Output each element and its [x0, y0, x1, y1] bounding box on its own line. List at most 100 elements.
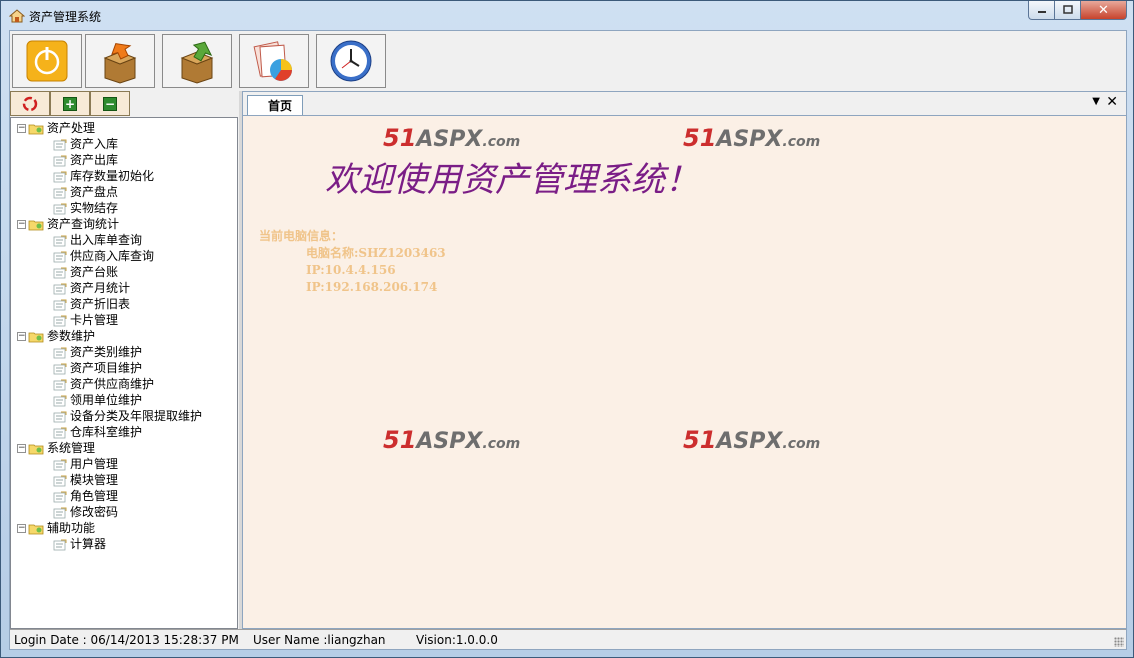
tree-item-label: 实物结存: [70, 201, 119, 215]
tree-item[interactable]: 出入库单查询: [17, 232, 202, 248]
tree-item-label: 资产月统计: [70, 281, 131, 295]
form-icon: [53, 235, 67, 246]
maximize-button[interactable]: [1055, 1, 1081, 20]
tree-item[interactable]: 模块管理: [17, 472, 202, 488]
client-area: + − − 资产处理 资产入库 资产出库 库存数量初始化 资产盘点 实物结存 − 资产查询统计出…: [9, 30, 1127, 650]
stock-out-button[interactable]: [85, 34, 155, 88]
tree-item-label: 修改密码: [70, 505, 119, 519]
tab-home[interactable]: 首页: [247, 95, 304, 116]
collapse-all-button[interactable]: −: [90, 91, 130, 116]
collapse-toggle-icon[interactable]: −: [17, 444, 26, 453]
home-icon: [9, 9, 25, 23]
tree-item-label: 计算器: [70, 537, 107, 551]
minimize-button[interactable]: [1028, 1, 1055, 20]
tree-item[interactable]: 角色管理: [17, 488, 202, 504]
folder-icon: [28, 444, 44, 454]
folder-icon: [28, 220, 44, 230]
tab-list-dropdown-icon[interactable]: ▼: [1092, 96, 1100, 107]
tree-item[interactable]: 资产月统计: [17, 280, 202, 296]
tree-group[interactable]: − 辅助功能: [17, 520, 202, 536]
stock-in-button[interactable]: [162, 34, 232, 88]
tree-group[interactable]: − 参数维护: [17, 328, 202, 344]
report-button[interactable]: [239, 34, 309, 88]
tree-group-label: 参数维护: [47, 329, 96, 343]
tree-group-label: 资产查询统计: [47, 217, 120, 231]
form-icon: [53, 411, 67, 422]
tree-item[interactable]: 供应商入库查询: [17, 248, 202, 264]
clock-icon: [330, 40, 372, 82]
tree-item[interactable]: 库存数量初始化: [17, 168, 202, 184]
tree-item[interactable]: 资产台账: [17, 264, 202, 280]
window-controls: ✕: [1028, 1, 1127, 20]
form-icon: [53, 379, 67, 390]
tree-item-label: 资产项目维护: [70, 361, 143, 375]
form-icon: [53, 203, 67, 214]
tree-group[interactable]: − 资产查询统计: [17, 216, 202, 232]
tree-item[interactable]: 领用单位维护: [17, 392, 202, 408]
tree-item-label: 用户管理: [70, 457, 119, 471]
title-bar[interactable]: 资产管理系统 ✕: [1, 1, 1133, 30]
function-tree[interactable]: − 资产处理 资产入库 资产出库 库存数量初始化 资产盘点 实物结存 − 资产查询统计 出入库单查…: [10, 117, 238, 629]
tree-item[interactable]: 资产项目维护: [17, 360, 202, 376]
tree-group[interactable]: − 系统管理: [17, 440, 202, 456]
tab-strip: 首页 ▼ ✕: [242, 91, 1127, 116]
tree-item-label: 仓库科室维护: [70, 425, 143, 439]
close-icon: ✕: [1098, 2, 1109, 18]
collapse-toggle-icon[interactable]: −: [17, 524, 26, 533]
computer-info-title: 当前电脑信息：: [259, 229, 344, 243]
tree-item[interactable]: 用户管理: [17, 456, 202, 472]
form-icon: [53, 507, 67, 518]
clock-button[interactable]: [316, 34, 386, 88]
expand-all-button[interactable]: +: [50, 91, 90, 116]
tree-item-label: 模块管理: [70, 473, 119, 487]
document-area: 首页 ▼ ✕ 51ASPX.com 51ASPX.com 51ASPX.com …: [242, 91, 1128, 629]
computer-info: 当前电脑信息： 电脑名称:SHZ1203463 IP:10.4.4.156 IP…: [259, 228, 446, 296]
computer-name: 电脑名称:SHZ1203463: [306, 246, 446, 260]
ip-address-2: IP:192.168.206.174: [306, 280, 438, 294]
tree-item[interactable]: 实物结存: [17, 200, 202, 216]
tree-item-label: 角色管理: [70, 489, 119, 503]
form-icon: [53, 363, 67, 374]
exit-button[interactable]: [12, 34, 82, 88]
tree-item-label: 资产入库: [70, 137, 119, 151]
form-icon: [53, 459, 67, 470]
tree-item[interactable]: 资产类别维护: [17, 344, 202, 360]
tree-item[interactable]: 卡片管理: [17, 312, 202, 328]
tree-group-label: 辅助功能: [47, 521, 96, 535]
form-icon: [53, 427, 67, 438]
form-icon: [53, 171, 67, 182]
resize-grip[interactable]: [1114, 637, 1124, 647]
form-icon: [53, 491, 67, 502]
close-button[interactable]: ✕: [1081, 1, 1127, 20]
refresh-tree-button[interactable]: [10, 91, 50, 116]
form-icon: [53, 299, 67, 310]
collapse-toggle-icon[interactable]: −: [17, 220, 26, 229]
folder-icon: [28, 524, 44, 534]
tree-item[interactable]: 计算器: [17, 536, 202, 552]
box-in-icon: [180, 41, 214, 84]
version-info: Vision:1.0.0.0: [416, 633, 498, 647]
form-icon: [53, 155, 67, 166]
power-icon: [26, 40, 68, 82]
tab-close-icon[interactable]: ✕: [1106, 94, 1118, 110]
navigation-panel: + − − 资产处理 资产入库 资产出库 库存数量初始化 资产盘点 实物结存 − 资产查询统计出…: [10, 91, 239, 629]
tree-item[interactable]: 修改密码: [17, 504, 202, 520]
user-name: User Name :liangzhan: [253, 633, 386, 647]
tree-item[interactable]: 资产盘点: [17, 184, 202, 200]
login-date: Login Date : 06/14/2013 15:28:37 PM: [14, 633, 239, 647]
tree-item[interactable]: 资产供应商维护: [17, 376, 202, 392]
form-icon: [53, 475, 67, 486]
tree-item[interactable]: 仓库科室维护: [17, 424, 202, 440]
tree-item-label: 设备分类及年限提取维护: [70, 409, 203, 423]
tree-item[interactable]: 设备分类及年限提取维护: [17, 408, 202, 424]
tree-item[interactable]: 资产入库: [17, 136, 202, 152]
collapse-toggle-icon[interactable]: −: [17, 124, 26, 133]
tree-item[interactable]: 资产出库: [17, 152, 202, 168]
tree-item-label: 领用单位维护: [70, 393, 143, 407]
form-icon: [53, 395, 67, 406]
tree-toolbar: + −: [10, 91, 130, 117]
main-toolbar: [10, 33, 1126, 89]
tree-group[interactable]: − 资产处理: [17, 120, 202, 136]
tree-item[interactable]: 资产折旧表: [17, 296, 202, 312]
collapse-toggle-icon[interactable]: −: [17, 332, 26, 341]
